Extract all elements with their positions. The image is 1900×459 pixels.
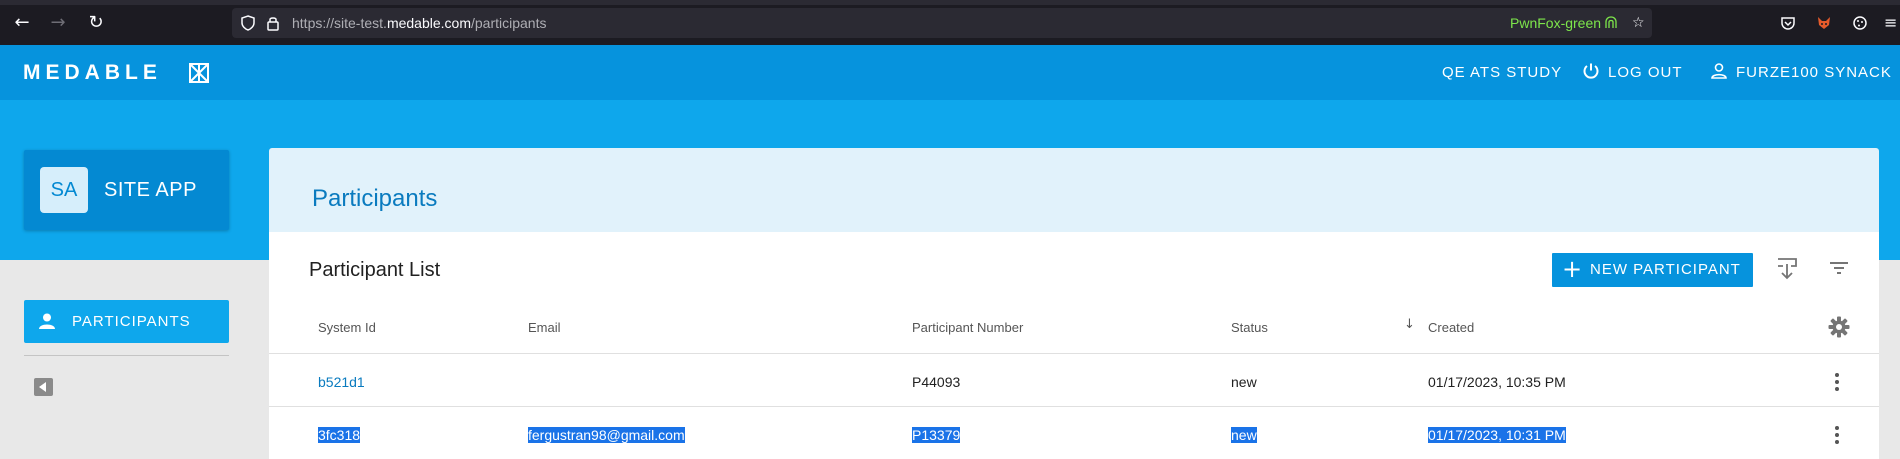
forward-arrow-icon[interactable]: →	[46, 11, 70, 35]
star-icon[interactable]: ☆	[1632, 8, 1645, 38]
medable-logo[interactable]: MEDABLE	[23, 45, 209, 100]
site-name: SITE APP	[104, 179, 197, 201]
created-cell: 01/17/2023, 10:35 PM	[1428, 374, 1566, 390]
column-header-status[interactable]: Status	[1231, 320, 1268, 335]
system-id-link[interactable]: b521d1	[318, 374, 365, 390]
participant-number-cell: P13379	[912, 427, 961, 443]
extensions-icon[interactable]	[1848, 11, 1872, 35]
shield-icon[interactable]	[240, 8, 256, 38]
lock-icon[interactable]	[266, 8, 280, 38]
container-label[interactable]: PwnFox-green	[1510, 8, 1617, 38]
kebab-menu-icon[interactable]	[1835, 426, 1841, 447]
address-bar[interactable]: https://site-test.medable.com/participan…	[232, 8, 1652, 38]
user-menu[interactable]: FURZE100 SYNACK	[1710, 45, 1892, 100]
pocket-icon[interactable]	[1776, 11, 1800, 35]
kebab-menu-icon[interactable]	[1835, 373, 1841, 394]
table-divider	[269, 406, 1879, 407]
fox-icon[interactable]	[1812, 11, 1836, 35]
system-id-link[interactable]: 3fc318	[318, 427, 361, 443]
status-cell: new	[1231, 374, 1257, 390]
created-cell: 01/17/2023, 10:31 PM	[1428, 427, 1566, 443]
participant-number-cell: P44093	[912, 374, 961, 390]
study-name[interactable]: QE ATS STUDY	[1442, 45, 1562, 100]
participant-list-card: Participant List + NEW PARTICIPANT Syste…	[269, 232, 1879, 459]
column-header-system-id[interactable]: System Id	[318, 320, 376, 335]
reload-icon[interactable]: ↻	[84, 11, 108, 35]
gear-icon[interactable]	[1828, 316, 1850, 338]
app-header: MEDABLE QE ATS STUDY LOG OUT FURZE100 SY…	[0, 45, 1900, 100]
menu-icon[interactable]: ≡	[1884, 11, 1900, 35]
filter-icon[interactable]	[1829, 261, 1849, 275]
person-icon	[39, 313, 55, 329]
column-header-created[interactable]: Created	[1428, 320, 1474, 335]
browser-toolbar: ← → ↻ https://site-test.medable.com/part…	[0, 0, 1900, 45]
page-header: Participants	[269, 148, 1879, 232]
column-header-email[interactable]: Email	[528, 320, 561, 335]
status-cell: new	[1231, 427, 1257, 443]
sort-down-icon[interactable]: ↓	[1404, 317, 1415, 332]
column-header-participant-number[interactable]: Participant Number	[912, 320, 1023, 335]
browser-tabstrip-edge	[0, 0, 1900, 5]
sidebar-item-label: PARTICIPANTS	[72, 313, 191, 330]
url-text[interactable]: https://site-test.medable.com/participan…	[292, 8, 546, 38]
collapse-sidebar-icon[interactable]	[34, 378, 53, 396]
card-title: Participant List	[309, 259, 441, 281]
plus-icon: +	[1562, 255, 1584, 283]
sidebar-divider	[24, 355, 229, 356]
new-participant-button[interactable]: + NEW PARTICIPANT	[1552, 253, 1753, 287]
site-avatar: SA	[40, 167, 88, 213]
back-arrow-icon[interactable]: ←	[10, 11, 34, 35]
email-cell: fergustran98@gmail.com	[528, 427, 685, 443]
page-title: Participants	[312, 185, 438, 212]
logout-button[interactable]: LOG OUT	[1582, 45, 1683, 100]
power-icon	[1583, 63, 1599, 79]
sidebar-item-participants[interactable]: PARTICIPANTS	[24, 300, 229, 343]
site-switcher[interactable]: SA SITE APP	[24, 150, 229, 230]
user-icon	[1711, 63, 1727, 79]
table-divider	[269, 353, 1879, 354]
download-icon[interactable]	[1776, 257, 1798, 281]
